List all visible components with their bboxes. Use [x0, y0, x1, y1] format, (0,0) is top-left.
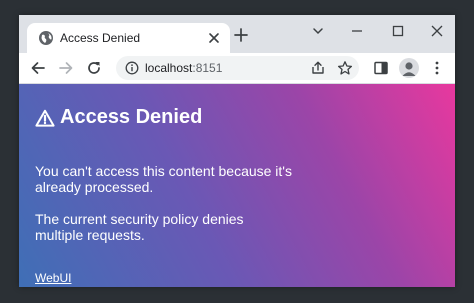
- url-text: localhost:8151: [145, 61, 222, 75]
- url-port: :8151: [192, 61, 223, 75]
- share-icon[interactable]: [310, 60, 326, 76]
- close-tab-icon[interactable]: [207, 31, 221, 45]
- reload-icon[interactable]: [86, 60, 102, 76]
- minimize-icon[interactable]: [347, 23, 367, 39]
- heading-text: Access Denied: [60, 106, 203, 128]
- forward-arrow-icon[interactable]: [58, 60, 74, 76]
- person-icon: [402, 62, 416, 76]
- site-info-icon[interactable]: [125, 61, 139, 75]
- tab-search-chevron-icon[interactable]: [308, 23, 328, 39]
- tab-title: Access Denied: [60, 31, 141, 45]
- browser-toolbar: localhost:8151: [19, 53, 455, 84]
- globe-icon: [39, 31, 53, 45]
- profile-icon[interactable]: [399, 58, 419, 78]
- side-panel-icon[interactable]: [373, 60, 389, 76]
- close-window-icon[interactable]: [427, 23, 447, 39]
- tab-strip: Access Denied: [19, 15, 455, 53]
- back-arrow-icon[interactable]: [30, 60, 46, 76]
- page-heading: Access Denied: [35, 106, 202, 129]
- page-content: Access Denied You can't access this cont…: [19, 84, 455, 287]
- message-policy: The current security policy denies multi…: [35, 211, 244, 243]
- new-tab-icon[interactable]: [234, 28, 248, 42]
- address-bar[interactable]: localhost:8151: [116, 56, 359, 80]
- browser-window: Access Denied localhost:8151 Access Deni…: [19, 15, 455, 287]
- webui-link[interactable]: WebUI: [35, 271, 71, 285]
- maximize-icon[interactable]: [388, 23, 408, 39]
- url-host: localhost: [145, 61, 193, 75]
- star-icon[interactable]: [337, 60, 353, 76]
- kebab-menu-icon[interactable]: [429, 60, 445, 76]
- tab-access-denied[interactable]: Access Denied: [27, 23, 230, 53]
- message-processed: You can't access this content because it…: [35, 163, 292, 195]
- warning-icon: [35, 109, 55, 127]
